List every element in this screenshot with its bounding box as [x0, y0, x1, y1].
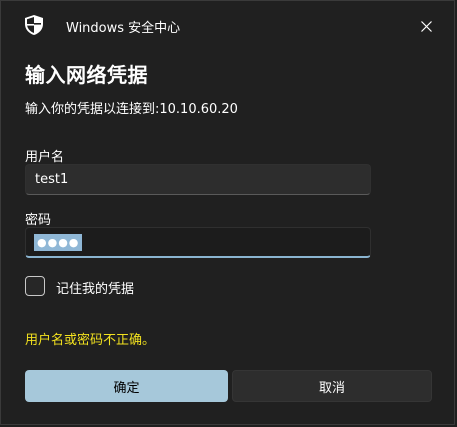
credential-dialog: Windows 安全中心 输入网络凭据 输入你的凭据以连接到:10.10.60.… [0, 0, 455, 425]
dialog-heading: 输入网络凭据 [25, 63, 148, 87]
username-input[interactable]: test1 [25, 164, 371, 195]
remember-credentials-label[interactable]: 记住我的凭据 [56, 278, 134, 297]
password-label: 密码 [25, 213, 52, 228]
username-value: test1 [35, 172, 69, 187]
window-title: Windows 安全中心 [66, 21, 181, 36]
username-label: 用户名 [25, 150, 65, 165]
error-message: 用户名或密码不正确。 [25, 333, 156, 348]
title-bar: Windows 安全中心 [1, 1, 454, 49]
ok-button[interactable]: 确定 [25, 370, 228, 402]
password-input[interactable]: ●●●● [25, 227, 371, 258]
remember-credentials-checkbox[interactable] [25, 276, 45, 296]
cancel-button[interactable]: 取消 [232, 370, 432, 402]
password-masked-selection: ●●●● [34, 234, 83, 251]
connection-target-text: 输入你的凭据以连接到:10.10.60.20 [25, 102, 238, 117]
close-button[interactable] [412, 13, 440, 39]
shield-icon [25, 15, 43, 35]
close-icon [420, 20, 432, 32]
